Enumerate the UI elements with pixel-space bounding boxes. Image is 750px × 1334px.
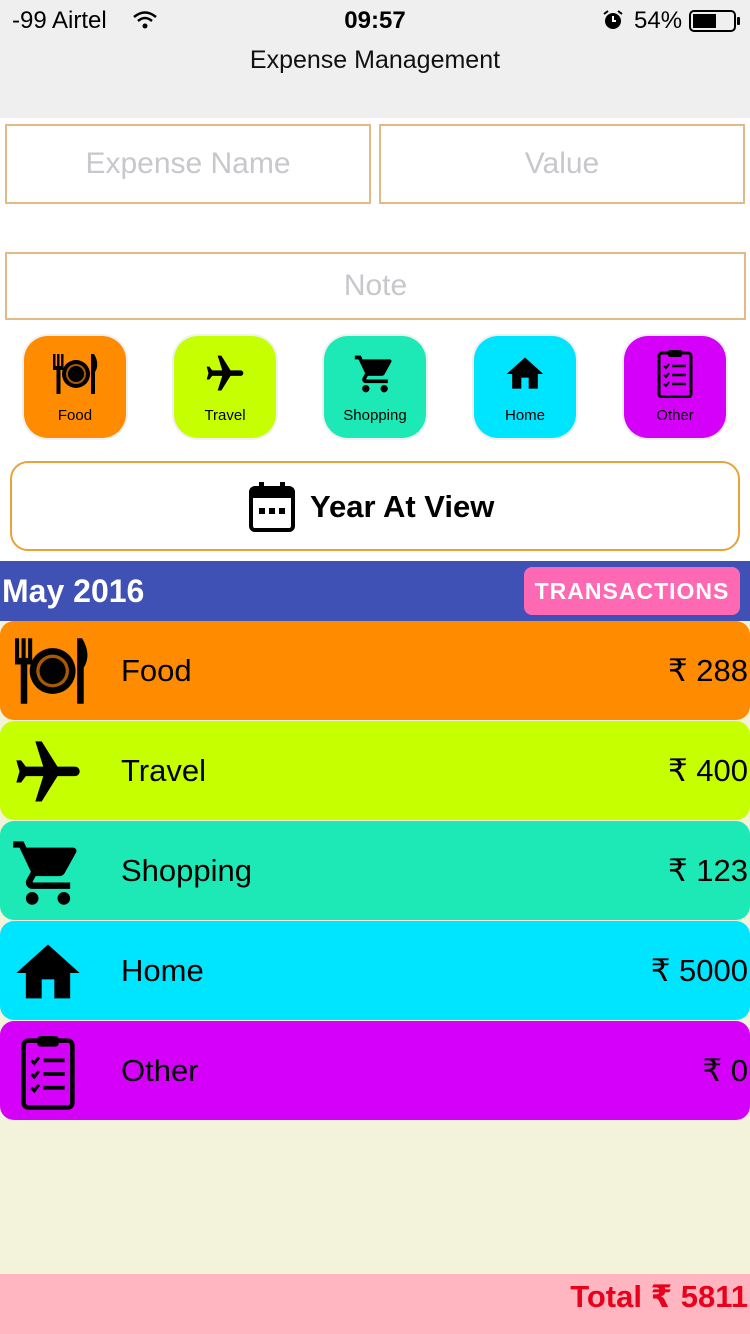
category-label: Other (656, 407, 694, 424)
category-shopping-button[interactable]: Shopping (324, 336, 426, 438)
home-icon (506, 357, 544, 389)
category-label: Travel (204, 407, 246, 424)
expense-name-input[interactable] (5, 124, 371, 204)
category-label: Shopping (343, 407, 407, 424)
expense-name: Travel (121, 753, 206, 788)
expense-name: Other (121, 1053, 199, 1088)
battery-icon (689, 10, 740, 32)
alarm-icon (603, 10, 623, 29)
expense-row-shopping[interactable]: Shopping ₹ 123 (0, 821, 750, 920)
expense-row-food[interactable]: Food ₹ 288 (0, 621, 750, 720)
battery-percent: 54% (634, 7, 683, 34)
value-input[interactable] (379, 124, 745, 204)
expense-row-other[interactable]: Other ₹ 0 (0, 1021, 750, 1120)
expense-amount: ₹ 123 (667, 853, 748, 888)
total-amount: Total ₹ 5811 (570, 1279, 748, 1314)
month-label: May 2016 (2, 573, 145, 609)
expense-amount: ₹ 400 (667, 753, 748, 788)
clipboard-icon (21, 1036, 75, 1110)
category-label: Home (504, 407, 545, 424)
food-icon (15, 638, 88, 704)
note-input[interactable] (5, 252, 746, 320)
category-other-button[interactable]: Other (624, 336, 726, 438)
page-title: Expense Management (249, 46, 501, 74)
total-footer: Total ₹ 5811 (0, 1274, 750, 1334)
home-icon (16, 944, 80, 999)
expense-row-home[interactable]: Home ₹ 5000 (0, 921, 750, 1020)
expense-name: Home (121, 953, 204, 988)
airplane-icon (16, 741, 80, 802)
year-at-view-button[interactable]: Year At View (10, 461, 740, 551)
expense-amount: ₹ 5000 (650, 953, 748, 988)
expense-name: Shopping (121, 853, 253, 888)
category-food-button[interactable]: Food (24, 336, 126, 438)
clipboard-icon (657, 350, 693, 398)
navigation-bar: Expense Management (0, 40, 750, 118)
expense-row-travel[interactable]: Travel ₹ 400 (0, 721, 750, 820)
year-at-view-label: Year At View (310, 489, 495, 524)
expense-amount: ₹ 288 (667, 653, 748, 688)
expense-list: May 2016 TRANSACTIONS Food ₹ 288 Travel … (0, 561, 750, 1274)
cart-icon (354, 355, 392, 393)
category-travel-button[interactable]: Travel (174, 336, 276, 438)
cart-icon (13, 841, 77, 905)
transactions-button[interactable]: TRANSACTIONS (524, 567, 740, 615)
food-icon (53, 354, 98, 394)
expense-name: Food (121, 653, 192, 688)
month-header: May 2016 TRANSACTIONS (0, 561, 750, 621)
category-label: Food (57, 407, 93, 424)
expense-amount: ₹ 0 (702, 1053, 748, 1088)
calendar-icon (249, 482, 295, 532)
airplane-icon (206, 355, 244, 391)
status-bar: -99 Airtel 09:57 54% (0, 0, 750, 40)
category-home-button[interactable]: Home (474, 336, 576, 438)
